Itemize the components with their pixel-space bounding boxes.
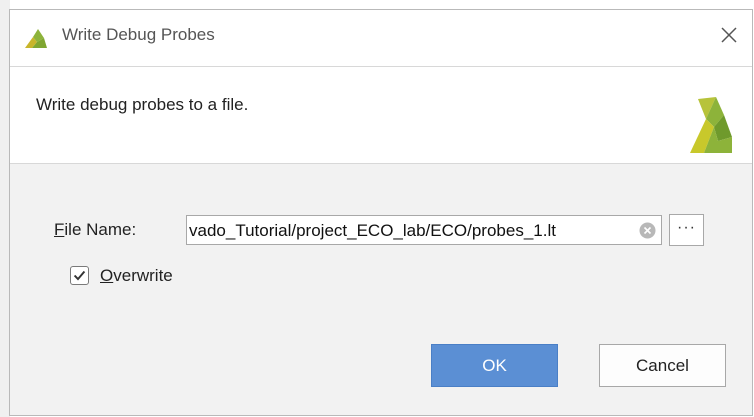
xilinx-logo-icon	[690, 97, 732, 153]
browse-button[interactable]: ···	[669, 214, 704, 246]
close-icon[interactable]	[716, 22, 742, 48]
file-name-label-text: ile Name:	[64, 220, 137, 239]
file-name-input[interactable]: vado_Tutorial/project_ECO_lab/ECO/probes…	[186, 215, 662, 245]
overwrite-label: Overwrite	[100, 266, 173, 286]
file-name-label: File Name:	[54, 220, 136, 240]
file-name-value[interactable]: vado_Tutorial/project_ECO_lab/ECO/probes…	[187, 221, 635, 241]
file-name-mnemonic: F	[54, 220, 65, 239]
overwrite-checkbox[interactable]	[70, 266, 89, 285]
overwrite-mnemonic: O	[100, 266, 114, 285]
write-debug-probes-dialog: Write Debug Probes Write debug probes to…	[9, 9, 753, 416]
title-bar: Write Debug Probes	[10, 10, 752, 66]
cancel-button[interactable]: Cancel	[599, 344, 726, 387]
overwrite-label-text: verwrite	[113, 266, 173, 285]
ok-button[interactable]: OK	[431, 344, 558, 387]
window-title: Write Debug Probes	[62, 25, 215, 44]
dialog-description: Write debug probes to a file.	[36, 95, 249, 114]
dialog-header: Write debug probes to a file.	[10, 66, 752, 164]
clear-icon[interactable]	[639, 222, 656, 239]
xilinx-logo-icon	[25, 29, 47, 48]
